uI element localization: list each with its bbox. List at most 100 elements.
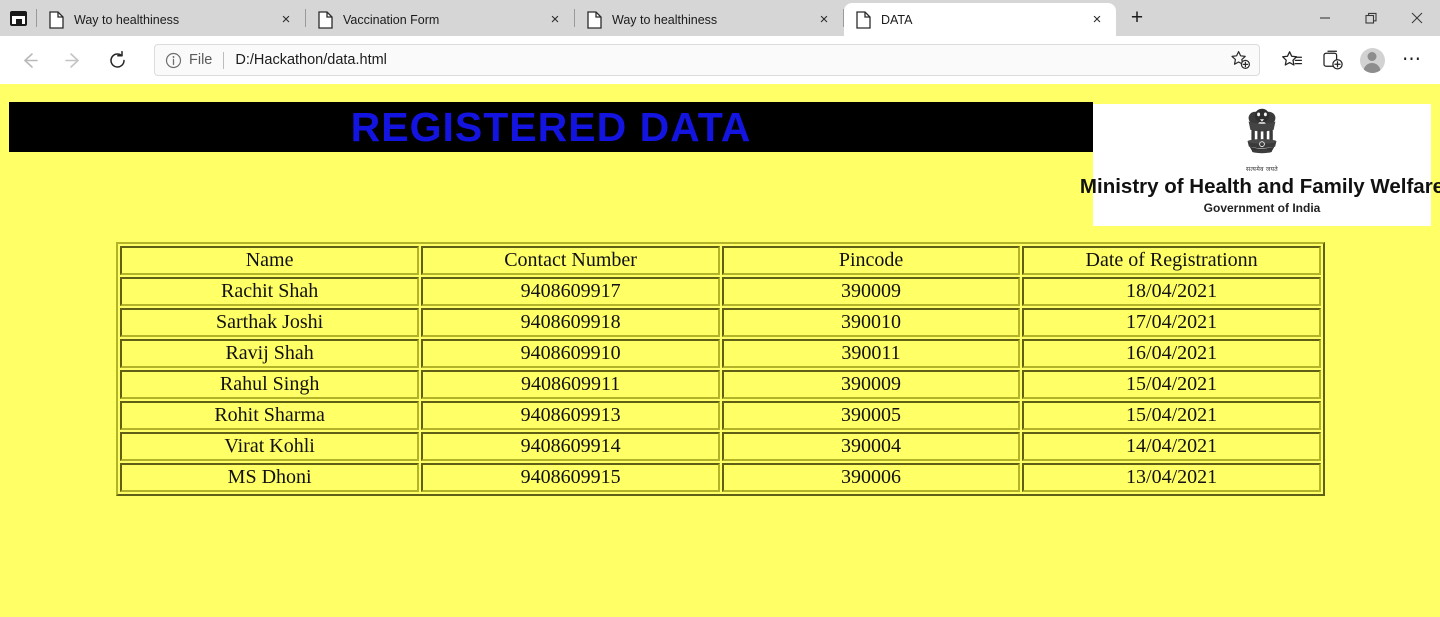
profile-button[interactable] [1354,42,1390,78]
tab-close-button[interactable]: × [811,7,837,33]
cell-contact: 9408609910 [421,339,720,368]
cell-date: 16/04/2021 [1022,339,1321,368]
tab-actions-icon [9,10,27,26]
page-icon [856,10,871,29]
tab-strip: Way to healthiness × Vaccination Form × … [0,0,1440,36]
page-banner: REGISTERED DATA [9,102,1093,152]
cell-contact: 9408609914 [421,432,720,461]
page-icon [318,10,333,29]
cell-contact: 9408609918 [421,308,720,337]
table-row: Virat Kohli 9408609914 390004 14/04/2021 [120,432,1321,461]
url-text[interactable]: D:/Hackathon/data.html [235,52,1229,68]
more-options-icon: ⋯ [1402,49,1422,71]
minimize-icon [1320,17,1330,19]
cell-contact: 9408609915 [421,463,720,492]
column-header-name: Name [120,246,420,275]
page-content: REGISTERED DATA सत्यमेव जयते Ministry of… [0,84,1440,617]
cell-name: Sarthak Joshi [120,308,420,337]
browser-tab-4-active[interactable]: DATA × [844,3,1116,36]
tab-title: Way to healthiness [74,12,180,27]
window-controls [1302,0,1440,36]
cell-date: 18/04/2021 [1022,277,1321,306]
page-title: REGISTERED DATA [350,103,752,150]
ministry-logo: सत्यमेव जयते Ministry of Health and Fami… [1080,104,1440,226]
table-row: Rachit Shah 9408609917 390009 18/04/2021 [120,277,1321,306]
cell-pincode: 390009 [721,277,1021,306]
cell-date: 17/04/2021 [1022,308,1321,337]
table-row: MS Dhoni 9408609915 390006 13/04/2021 [120,463,1321,492]
url-separator [223,51,225,69]
cell-pincode: 390011 [721,339,1021,368]
url-scheme-label: File [189,52,213,68]
browser-toolbar: File D:/Hackathon/data.html ⋯ [0,36,1440,84]
refresh-icon [109,50,125,68]
table-row: Rahul Singh 9408609911 390009 15/04/2021 [120,370,1321,399]
column-header-pincode: Pincode [721,246,1021,275]
collections-button[interactable] [1314,42,1350,78]
profile-avatar-icon [1359,47,1385,73]
table-row: Rohit Sharma 9408609913 390005 15/04/202… [120,401,1321,430]
tab-title: Way to healthiness [612,12,718,27]
tab-close-button[interactable]: × [273,7,299,33]
government-label: Government of India [1203,201,1321,215]
table-body: Rachit Shah 9408609917 390009 18/04/2021… [120,277,1321,492]
cell-pincode: 390006 [721,463,1021,492]
browser-tab-1[interactable]: Way to healthiness × [37,3,305,36]
restore-icon [1364,12,1377,24]
tab-title: DATA [881,12,913,27]
emblem-motto: सत्यमेव जयते [1246,167,1278,173]
arrow-right-icon [64,52,79,68]
minimize-button[interactable] [1302,0,1348,36]
cell-date: 13/04/2021 [1022,463,1321,492]
info-icon [165,52,182,68]
table-row: Ravij Shah 9408609910 390011 16/04/2021 [120,339,1321,368]
close-button[interactable] [1394,0,1440,36]
cell-pincode: 390005 [721,401,1021,430]
table-header: Name Contact Number Pincode Date of Regi… [120,246,1321,275]
cell-name: Virat Kohli [120,432,420,461]
cell-name: Rahul Singh [120,370,420,399]
registered-data-table: Name Contact Number Pincode Date of Regi… [116,242,1325,496]
arrow-left-icon [23,52,38,68]
new-tab-button[interactable]: + [1120,3,1154,33]
cell-pincode: 390009 [721,370,1021,399]
tab-title: Vaccination Form [343,12,440,27]
cell-contact: 9408609917 [421,277,720,306]
cell-date: 15/04/2021 [1022,401,1321,430]
cell-pincode: 390004 [721,432,1021,461]
back-button[interactable] [10,41,48,79]
ashoka-lion-capital-emblem-icon [1247,108,1277,154]
cell-name: Rachit Shah [120,277,420,306]
tab-close-button[interactable]: × [542,7,568,33]
refresh-button[interactable] [98,41,136,79]
table-header-row: Name Contact Number Pincode Date of Regi… [120,246,1321,275]
favorites-button[interactable] [1274,42,1310,78]
tab-actions-button[interactable] [0,0,36,36]
column-header-contact-number: Contact Number [421,246,720,275]
browser-tab-3[interactable]: Way to healthiness × [575,3,843,36]
forward-button[interactable] [54,41,92,79]
address-bar[interactable]: File D:/Hackathon/data.html [154,44,1260,76]
restore-button[interactable] [1348,0,1394,36]
cell-date: 14/04/2021 [1022,432,1321,461]
ministry-name: Ministry of Health and Family Welfare [1079,175,1440,198]
cell-pincode: 390010 [721,308,1021,337]
browser-window: Way to healthiness × Vaccination Form × … [0,0,1440,617]
star-plus-icon[interactable] [1229,49,1251,71]
page-icon [587,10,602,29]
tab-close-button[interactable]: × [1084,7,1110,33]
browser-tab-2[interactable]: Vaccination Form × [306,3,574,36]
column-header-date-of-registration: Date of Registrationn [1022,246,1321,275]
settings-more-button[interactable]: ⋯ [1394,42,1430,78]
favorites-star-list-icon [1281,50,1302,66]
cell-date: 15/04/2021 [1022,370,1321,399]
cell-contact: 9408609913 [421,401,720,430]
table-row: Sarthak Joshi 9408609918 390010 17/04/20… [120,308,1321,337]
close-icon [1411,12,1423,24]
collections-add-icon [1322,50,1343,70]
page-icon [49,10,64,29]
cell-name: MS Dhoni [120,463,420,492]
cell-name: Ravij Shah [120,339,420,368]
cell-name: Rohit Sharma [120,401,420,430]
cell-contact: 9408609911 [421,370,720,399]
